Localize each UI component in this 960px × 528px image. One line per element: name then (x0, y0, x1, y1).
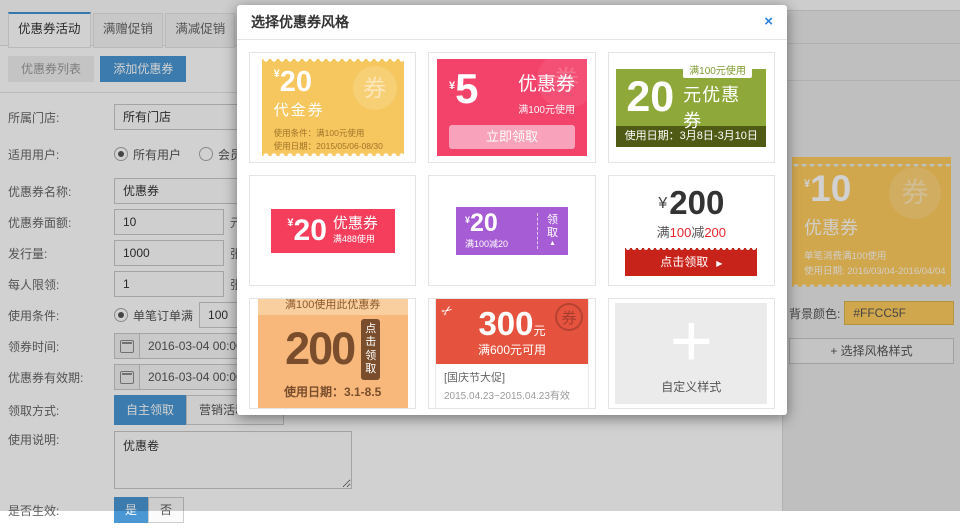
coupon-event-tag: [国庆节大促] (444, 369, 580, 385)
coupon-graphic: 券 ¥20 代金券 使用条件：满100元使用 使用日期：2015/05/06-0… (262, 59, 404, 156)
ticket-edge (258, 407, 408, 409)
coupon-graphic: + 自定义样式 (615, 303, 767, 404)
coupon-amount: 5 (455, 65, 478, 112)
plus-icon: + (670, 303, 713, 378)
coupon-condition: 满100减20 (465, 237, 533, 250)
coupon-condition: 满600元可用 (436, 341, 588, 358)
claim-action-label[interactable]: 领取 (546, 214, 559, 240)
coupon-graphic: ✂ 券 300元 满600元可用 [国庆节大促] 2015.04.23~2015… (435, 298, 589, 409)
arrow-right-icon: ▶ (716, 259, 722, 268)
coupon-style-yellow-ticket[interactable]: 券 ¥20 代金券 使用条件：满100元使用 使用日期：2015/05/06-0… (249, 52, 416, 163)
coupon-amount: 20 (294, 214, 327, 247)
modal-title: 选择优惠券风格 (251, 14, 349, 30)
click-claim-label: 点击领取 (660, 255, 708, 269)
coupon-graphic: 20 满100元使用 元优惠券 使用日期：3月8日-3月10日 (616, 69, 766, 147)
coupon-style-orange[interactable]: 满100使用此优惠券 200 点击领取 使用日期：3.1-8.5 (249, 298, 416, 409)
coupon-style-grid: 券 ¥20 代金券 使用条件：满100元使用 使用日期：2015/05/06-0… (237, 40, 787, 421)
modal-header: 选择优惠券风格 × (237, 5, 787, 40)
coupon-amount: 300 (478, 305, 533, 342)
arrow-up-icon: ▲ (546, 240, 559, 247)
coupon-graphic: 券 ¥5 优惠券 满100元使用 立即领取 (437, 59, 587, 156)
dashed-divider (537, 213, 538, 249)
coupon-graphic: 满100使用此优惠券 200 点击领取 使用日期：3.1-8.5 (258, 298, 408, 409)
close-icon[interactable]: × (764, 5, 773, 39)
coupon-condition: 减 (691, 225, 704, 240)
coupon-style-mini-pink[interactable]: ¥20 优惠券 满488使用 (249, 175, 416, 286)
coupon-style-modal: 选择优惠券风格 × 券 ¥20 代金券 使用条件：满100元使用 使用日期：20… (237, 5, 787, 415)
coupon-title: 优惠券 (333, 216, 378, 233)
coupon-graphic: ¥20 满100减20 领取 ▲ (456, 207, 568, 255)
coupon-condition: 满100元使用 (518, 101, 575, 116)
custom-style-label: 自定义样式 (661, 378, 721, 404)
coupon-style-200[interactable]: ¥200 满100减200 点击领取▶ (608, 175, 775, 286)
ticket-edge (262, 151, 404, 156)
coupon-condition: 满100使用此优惠券 (258, 298, 408, 315)
coupon-badge-outline: 券 (555, 303, 583, 331)
coupon-condition: 满 (657, 225, 670, 240)
click-claim-vertical-badge[interactable]: 点击领取 (361, 319, 380, 380)
coupon-amount: 20 (280, 66, 312, 98)
coupon-condition: 使用条件：满100元使用 (274, 127, 392, 140)
coupon-condition-badge: 满100元使用 (683, 61, 752, 78)
coupon-graphic: ¥200 满100减200 点击领取▶ (625, 186, 757, 276)
coupon-style-green[interactable]: 20 满100元使用 元优惠券 使用日期：3月8日-3月10日 (608, 52, 775, 163)
coupon-condition-num: 100 (670, 225, 692, 240)
coupon-style-red-300[interactable]: ✂ 券 300元 满600元可用 [国庆节大促] 2015.04.23~2015… (428, 298, 595, 409)
click-claim-button[interactable]: 点击领取 ▶ (625, 248, 757, 276)
coupon-amount: 200 (285, 328, 354, 371)
coupon-condition-num: 200 (704, 225, 726, 240)
ticket-edge (262, 59, 404, 64)
coupon-condition: 满488使用 (333, 232, 378, 245)
coupon-badge-watermark: 券 (353, 66, 397, 110)
coupon-amount: 200 (669, 184, 724, 221)
coupon-style-custom[interactable]: + 自定义样式 (608, 298, 775, 409)
coupon-amount: 20 (470, 209, 498, 237)
claim-now-button[interactable]: 立即领取 (449, 125, 575, 149)
coupon-style-pink[interactable]: 券 ¥5 优惠券 满100元使用 立即领取 (428, 52, 595, 163)
coupon-date: 使用日期：3.1-8.5 (258, 380, 408, 407)
coupon-date: 2015.04.23~2015.04.23有效 (444, 387, 580, 402)
coupon-graphic: ¥20 优惠券 满488使用 (271, 209, 395, 253)
coupon-unit: 元 (534, 324, 546, 338)
coupon-amount: 20 (626, 76, 674, 119)
coupon-style-purple[interactable]: ¥20 满100减20 领取 ▲ (428, 175, 595, 286)
ticket-edge (625, 248, 757, 252)
coupon-date: 使用日期：3月8日-3月10日 (616, 126, 766, 147)
currency-symbol: ¥ (658, 195, 667, 212)
